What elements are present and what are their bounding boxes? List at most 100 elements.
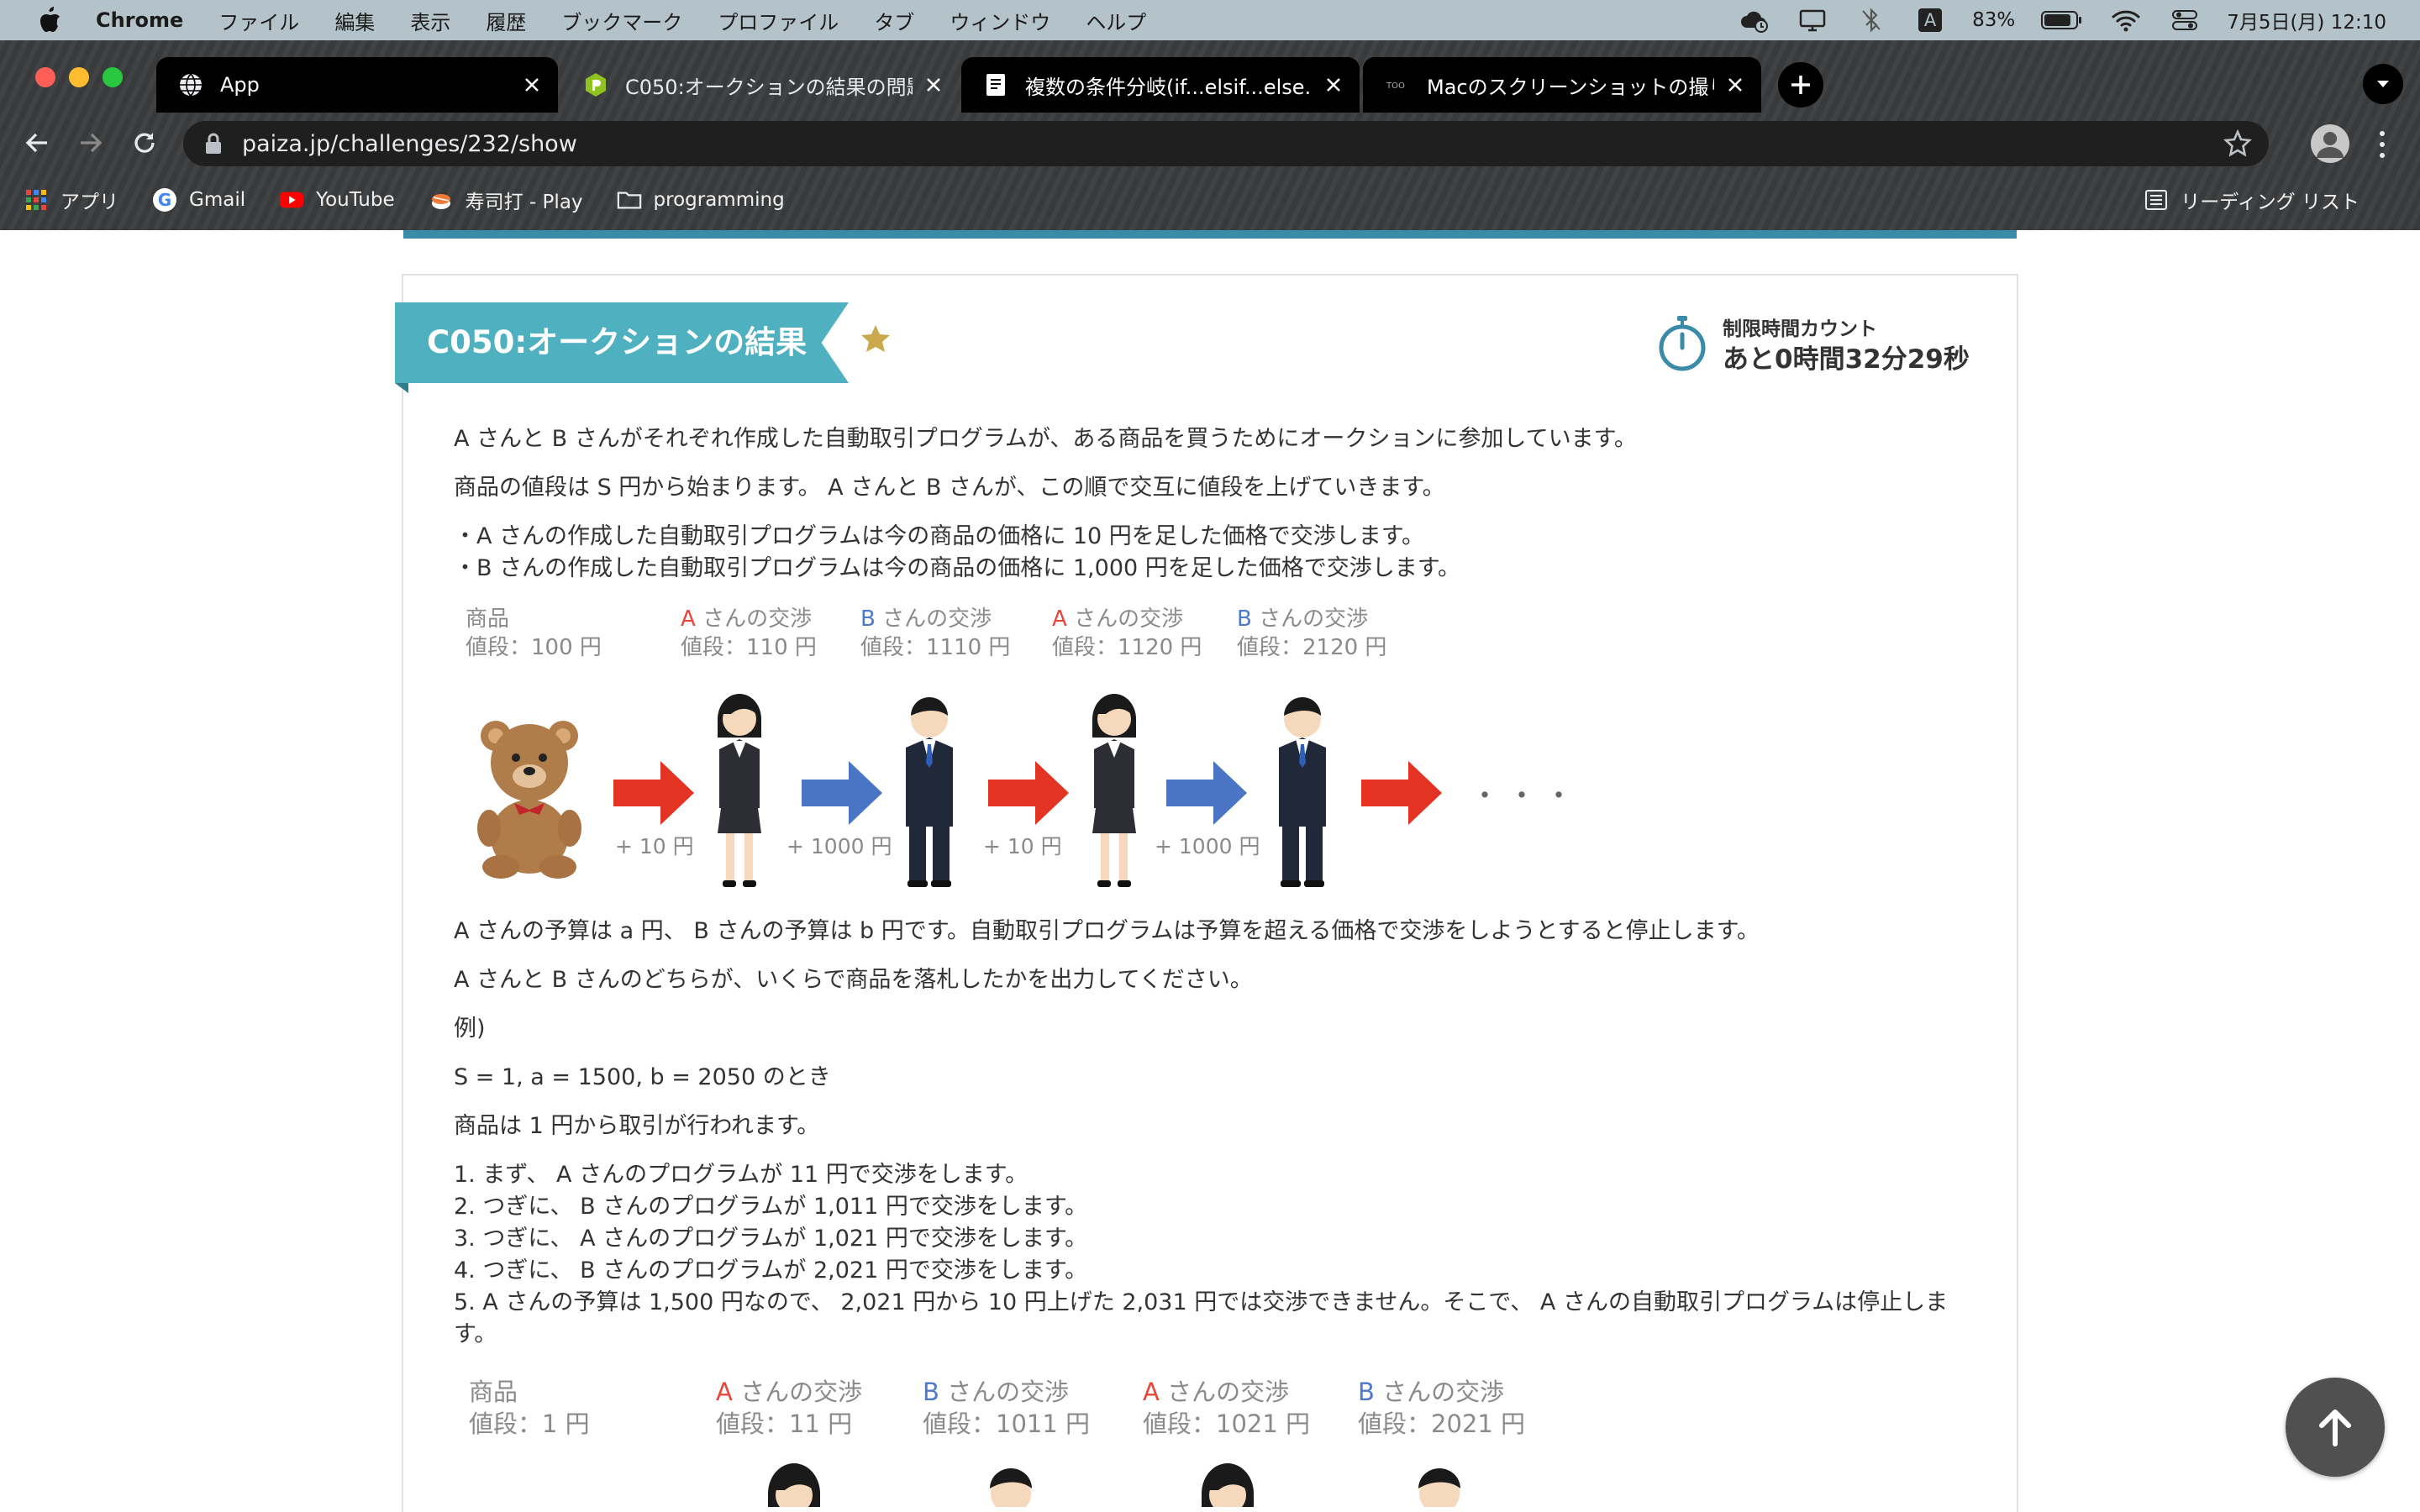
teddy-bear-icon [477,721,581,879]
problem-statement-continued: A さんの予算は a 円、 B さんの予算は b 円です。自動取引プログラムは予… [454,916,1966,1351]
stage-label: さんの交渉 [947,1378,1070,1406]
tab-c050[interactable]: C050:オークションの結果の問題に [561,57,960,113]
stopwatch-icon [1659,316,1706,371]
rule-item-a: ・A さんの作成した自動取引プログラムは今の商品の価格に 10 円を足した価格で… [454,523,1425,549]
bidder-letter: A [1052,606,1067,632]
scroll-to-top-button[interactable] [2286,1378,2385,1477]
menu-app-chrome[interactable]: Chrome [96,8,183,32]
sushi-icon [429,187,454,213]
menu-history[interactable]: 履歴 [486,6,526,35]
rule-item-b: ・B さんの作成した自動取引プログラムは今の商品の価格に 1,000 円を足した… [454,555,1461,581]
statement-paragraph: A さんの予算は a 円、 B さんの予算は b 円です。自動取引プログラムは予… [454,918,1760,944]
menu-tab[interactable]: タブ [874,6,914,35]
timer-label: 制限時間カウント [1723,318,1877,340]
bookmark-youtube[interactable]: YouTube [279,187,395,213]
input-source-icon[interactable]: A [1913,6,1947,34]
apple-icon[interactable] [37,6,62,34]
bookmark-label: Gmail [189,189,246,211]
problem-title-ribbon: C050:オークションの結果 [395,302,849,393]
close-tab-icon[interactable] [519,72,544,97]
tab-app[interactable]: App [156,57,558,113]
auction-illustration: 商品 値段：100 円 A さんの交渉 値段：110 円 B さんの交渉 値段：… [454,605,1573,890]
tab-title: C050:オークションの結果の問題に [625,75,913,99]
menu-help[interactable]: ヘルプ [1086,6,1146,35]
item-label: 商品 [469,1378,518,1406]
profile-avatar[interactable] [2311,124,2349,163]
display-icon[interactable] [1796,6,1829,34]
item-label: 商品 [466,606,510,632]
forward-button[interactable] [72,124,109,161]
stage-price: 値段：2021 円 [1358,1410,1526,1438]
menu-view[interactable]: 表示 [410,6,450,35]
google-icon: G [152,187,177,213]
statement-paragraph: A さんと B さんがそれぞれ作成した自動取引プログラムが、ある商品を買うために… [454,426,1637,452]
header-accent-band [403,230,2017,239]
reading-list-label: リーディング リスト [2181,192,2360,213]
input-source-label: A [1918,8,1943,32]
menu-file[interactable]: ファイル [218,6,299,35]
increment-label: + 10 円 [615,834,694,858]
bookmark-apps[interactable]: アプリ [24,186,118,214]
menu-bookmarks[interactable]: ブックマーク [561,6,682,35]
close-tab-icon[interactable] [1723,72,1748,97]
woman-a-icon [1092,694,1136,887]
menu-profiles[interactable]: プロファイル [718,6,839,35]
bookmark-folder-programming[interactable]: programming [617,187,785,213]
clock-datetime[interactable]: 7月5日(月) 12:10 [2227,6,2386,34]
menu-edit[interactable]: 編集 [334,6,375,35]
lock-icon[interactable] [203,132,224,155]
bookmark-star-icon[interactable] [2223,129,2252,158]
stage-price: 値段：110 円 [681,635,817,660]
creative-cloud-icon[interactable] [1737,6,1770,34]
bluetooth-off-icon[interactable] [1854,6,1888,34]
wifi-icon[interactable] [2109,6,2143,34]
example-illustration: 商品 値段：1 円 A さんの交渉 値段：11 円 B さんの交渉 値段：101… [454,1376,1546,1512]
back-button[interactable] [18,124,55,161]
arrow-right-icon [1361,761,1442,825]
reload-button[interactable] [126,124,163,161]
battery-icon[interactable] [2040,6,2084,34]
reading-list-button[interactable]: リーディング リスト [2144,175,2360,225]
close-window-button[interactable] [35,67,55,87]
statement-paragraph: 商品は 1 円から取引が行われます。 [454,1113,820,1139]
statement-paragraph: 商品の値段は S 円から始まります。 A さんと B さんが、この順で交互に値段… [454,475,1445,501]
youtube-icon [279,187,304,213]
bookmark-sushida[interactable]: 寿司打 - Play [429,186,583,214]
tab-title: Macのスクリーンショットの撮り方 [1427,75,1714,99]
tab-mac-screenshot[interactable]: TOO Macのスクリーンショットの撮り方 [1363,57,1761,113]
item-price: 値段：100 円 [466,635,602,660]
folder-icon [617,187,642,213]
bidder-letter: A [716,1378,733,1406]
example-input: S = 1, a = 1500, b = 2050 のとき [454,1064,831,1090]
svg-text:G: G [158,190,171,210]
minimize-window-button[interactable] [69,67,89,87]
example-step: 4. つぎに、 B さんのプログラムが 2,021 円で交渉をします。 [454,1257,1088,1284]
control-center-icon[interactable] [2168,6,2202,34]
url-text[interactable]: paiza.jp/challenges/232/show [242,131,577,157]
new-tab-button[interactable] [1778,62,1823,108]
favorite-star-icon[interactable] [859,323,892,356]
man-b-icon [906,697,953,887]
svg-text:TOO: TOO [1386,81,1405,91]
tab-ruby-if[interactable]: 複数の条件分岐(if...elsif...else...e [961,57,1360,113]
chrome-menu-button[interactable] [2370,128,2395,161]
example-step: 1. まず、 A さんのプログラムが 11 円で交渉をします。 [454,1162,1028,1188]
example-step: 3. つぎに、 A さんのプログラムが 1,021 円で交渉をします。 [454,1226,1088,1252]
zoom-window-button[interactable] [103,67,123,87]
ellipsis: ・・・ [1470,780,1581,813]
item-price: 値段：1 円 [469,1410,590,1438]
menu-window[interactable]: ウィンドウ [950,6,1050,35]
arrow-left-icon [25,133,47,153]
problem-statement: A さんと B さんがそれぞれ作成した自動取引プログラムが、ある商品を買うために… [454,423,1966,601]
time-limit-counter: 制限時間カウント あと0時間32分29秒 [1657,311,1993,378]
close-tab-icon[interactable] [921,72,946,97]
document-icon [983,72,1008,97]
address-bar[interactable]: paiza.jp/challenges/232/show [183,121,2269,166]
arrow-right-icon [81,133,103,153]
stage-label: さんの交渉 [1382,1378,1505,1406]
person-icon [2317,132,2344,158]
stage-label: さんの交渉 [1167,1378,1290,1406]
close-tab-icon[interactable] [1321,72,1346,97]
tab-search-button[interactable] [2363,64,2403,104]
bookmark-gmail[interactable]: G Gmail [152,187,245,213]
